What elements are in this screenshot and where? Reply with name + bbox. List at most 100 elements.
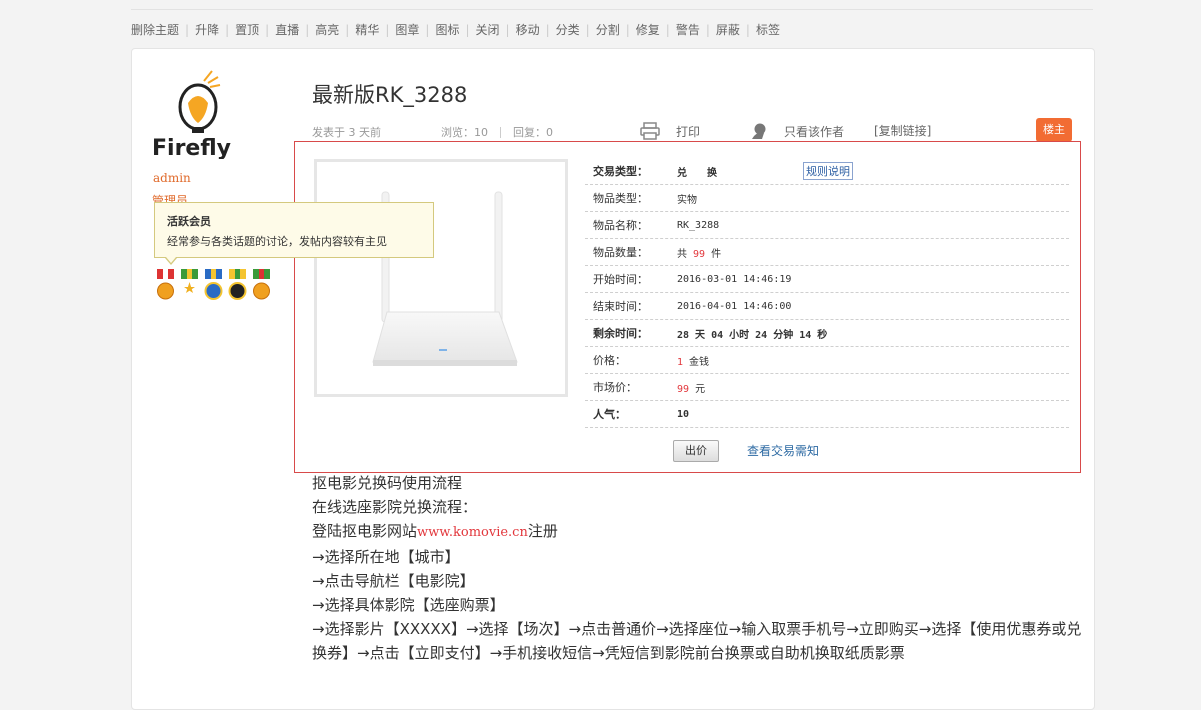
trade-row: 结束时间： 2016-04-01 14:46:00 [585, 293, 1069, 320]
body-line: 登陆抠电影网站www.komovie.cn注册 [312, 519, 1082, 545]
posted-time: 发表于 3 天前 [312, 126, 381, 139]
toolbar-separator: | [545, 23, 550, 37]
trade-row-value: 1 金钱 [677, 353, 709, 368]
rules-link[interactable]: 规则说明 [803, 162, 853, 180]
toolbar-separator: | [225, 23, 230, 37]
mod-action-link[interactable]: 标签 [756, 23, 780, 37]
post-body: 抠电影兑换码使用流程 在线选座影院兑换流程： 登陆抠电影网站www.komovi… [312, 471, 1082, 665]
bid-button[interactable]: 出价 [673, 440, 719, 462]
toolbar-separator: | [345, 23, 350, 37]
mod-action-link[interactable]: 升降 [195, 23, 219, 37]
trade-row-value-part: 件 [705, 248, 722, 260]
body-text: 登陆抠电影网站 [312, 522, 418, 540]
author-only-label: 只看该作者 [784, 124, 845, 139]
medal-icon[interactable] [250, 269, 273, 303]
author-only-action[interactable]: 只看该作者 [750, 122, 844, 140]
copy-link-action[interactable]: [复制链接] [874, 122, 931, 139]
toolbar-separator: | [505, 23, 510, 37]
trade-row-label: 物品名称： [593, 219, 648, 232]
toolbar-separator: | [705, 23, 710, 37]
trade-row-value: 实物 [677, 194, 697, 206]
trade-row-label: 价格： [593, 354, 626, 367]
trade-row-label: 物品类型： [593, 192, 648, 205]
trade-row: 价格： 1 金钱 [585, 347, 1069, 374]
medal-icon[interactable] [178, 269, 201, 303]
trade-row-label: 结束时间： [593, 300, 648, 313]
medal-tooltip: 活跃会员 经常参与各类话题的讨论，发帖内容较有主见 [154, 202, 434, 265]
copy-link-label: [复制链接] [874, 124, 932, 138]
trade-row-value: 10 [677, 408, 690, 420]
trade-row: 物品数量： 共 99 件 [585, 239, 1069, 266]
mod-action-link[interactable]: 警告 [676, 23, 700, 37]
komovie-link[interactable]: www.komovie.cn [417, 525, 528, 540]
trade-info-rows: 交易类型： 兑 换 规则说明物品类型： 实物物品名称： RK_3288 物品数量： 共 99… [585, 158, 1069, 428]
mod-action-link[interactable]: 修复 [636, 23, 660, 37]
mod-action-link[interactable]: 分类 [556, 23, 580, 37]
body-line: →点击导航栏【电影院】 [312, 572, 475, 590]
toolbar-separator: | [585, 23, 590, 37]
trade-row: 市场价： 99 元 [585, 374, 1069, 401]
mod-action-link[interactable]: 图章 [395, 23, 419, 37]
trade-notice-link[interactable]: 查看交易需知 [747, 442, 819, 459]
trade-row-value: 共 99 件 [677, 245, 721, 260]
mod-action-link[interactable]: 关闭 [476, 23, 500, 37]
trade-row-value: 28 天 04 小时 24 分钟 14 秒 [677, 329, 828, 341]
product-image[interactable] [314, 159, 568, 397]
trade-row-value: 99 元 [677, 380, 705, 395]
author-name[interactable]: admin [153, 171, 191, 185]
medal-icon[interactable] [226, 269, 249, 303]
top-divider [131, 9, 1093, 10]
floor-badge: 楼主 [1036, 118, 1072, 142]
mod-action-link[interactable]: 图标 [435, 23, 459, 37]
trade-row-value-part: 99 [693, 248, 706, 260]
body-line: →选择具体影院【选座购票】 [312, 596, 505, 614]
body-line: →选择影片【XXXXX】→选择【场次】→点击普通价→选择座位→输入取票手机号→立… [312, 620, 1082, 662]
mod-action-link[interactable]: 置顶 [235, 23, 259, 37]
print-action[interactable]: 打印 [640, 122, 700, 140]
mod-action-link[interactable]: 高亮 [315, 23, 339, 37]
mod-action-link[interactable]: 分割 [596, 23, 620, 37]
trade-row-label: 物品数量： [593, 246, 648, 259]
post-meta: 发表于 3 天前 浏览：10 回复：0 [312, 124, 553, 140]
svg-text:Firefly: Firefly [152, 136, 231, 159]
toolbar-separator: | [425, 23, 430, 37]
body-line: →选择所在地【城市】 [312, 548, 460, 566]
trade-row-label: 开始时间： [593, 273, 648, 286]
toolbar-separator: | [665, 23, 670, 37]
print-label: 打印 [676, 124, 701, 139]
body-line: 抠电影兑换码使用流程 [312, 474, 463, 492]
trade-row-value-part: 元 [689, 383, 706, 395]
toolbar-separator: | [625, 23, 630, 37]
trade-row-label: 交易类型： [593, 165, 648, 178]
trade-row-value-part: 99 [677, 383, 690, 395]
mod-action-link[interactable]: 删除主题 [131, 23, 179, 37]
trade-row-value: 2016-03-01 14:46:19 [677, 273, 792, 285]
reply-count: 回复：0 [513, 126, 553, 139]
mod-action-link[interactable]: 屏蔽 [716, 23, 740, 37]
post-title: 最新版RK_3288 [312, 83, 468, 107]
mod-action-link[interactable]: 精华 [355, 23, 379, 37]
trade-row-label: 市场价： [593, 381, 637, 394]
meta-divider [500, 126, 501, 138]
mod-action-link[interactable]: 直播 [275, 23, 299, 37]
medal-icon[interactable] [154, 269, 177, 303]
post-card: Firefly admin 管理员 活跃会员 经常参与各类话题的讨论，发帖内容较… [131, 48, 1095, 710]
firefly-logo[interactable]: Firefly [152, 67, 244, 159]
router-image [372, 191, 518, 366]
printer-icon [640, 122, 660, 140]
trade-row: 物品类型： 实物 [585, 185, 1069, 212]
toolbar-separator: | [305, 23, 310, 37]
toolbar-separator: | [385, 23, 390, 37]
body-text: 注册 [527, 522, 558, 540]
mod-action-link[interactable]: 移动 [516, 23, 540, 37]
trade-row-value: 兑 换 [677, 167, 717, 179]
medal-icon[interactable] [202, 269, 225, 303]
toolbar-separator: | [745, 23, 750, 37]
trade-row: 人气： 10 [585, 401, 1069, 428]
trade-row-value: RK_3288 [677, 219, 720, 231]
person-icon [752, 123, 766, 139]
toolbar-separator: | [465, 23, 470, 37]
trade-row: 交易类型： 兑 换 规则说明 [585, 158, 1069, 185]
trade-row-label: 剩余时间： [593, 327, 648, 340]
tooltip-description: 经常参与各类话题的讨论，发帖内容较有主见 [167, 235, 387, 248]
